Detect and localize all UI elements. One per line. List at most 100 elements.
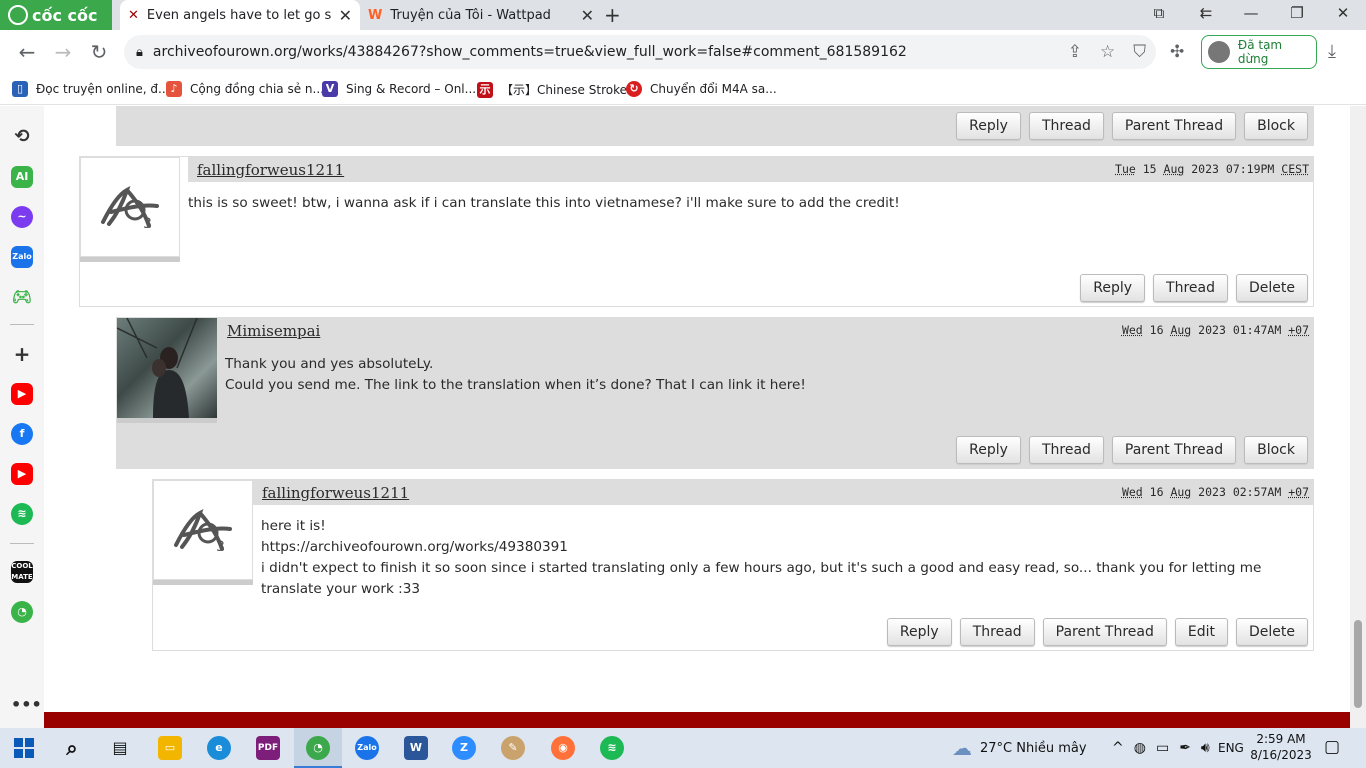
close-tab-icon[interactable]: ✕ xyxy=(339,6,352,25)
parent-thread-button[interactable]: Parent Thread xyxy=(1111,112,1237,140)
more-icon[interactable]: ••• xyxy=(11,694,42,716)
bookmark-item[interactable]: ♪ Cộng đồng chia sẻ n... xyxy=(166,81,324,97)
soundwave-icon: ♪ xyxy=(166,81,182,97)
ai-icon[interactable]: AI xyxy=(11,166,33,188)
thread-button[interactable]: Thread xyxy=(1028,436,1104,464)
reply-button[interactable]: Reply xyxy=(956,436,1021,464)
tab-wattpad[interactable]: W Truyện của Tôi - Wattpad ✕ xyxy=(360,0,602,30)
delete-button[interactable]: Delete xyxy=(1236,618,1308,646)
back-icon[interactable]: ← xyxy=(14,40,40,64)
volume-icon[interactable]: 🔊︎ xyxy=(1201,740,1210,756)
paint-icon[interactable]: ✎ xyxy=(501,736,525,760)
firefox-icon[interactable]: ◉ xyxy=(551,736,575,760)
ao3-default-avatar[interactable]: 3 xyxy=(80,157,180,257)
minimize-icon[interactable]: — xyxy=(1236,4,1266,22)
bookmark-item[interactable]: 示 【示】Chinese Stroke... xyxy=(477,81,638,98)
bookmark-item[interactable]: V Sing & Record – Onl... xyxy=(322,81,476,97)
network-icon[interactable]: ◍ xyxy=(1134,740,1146,756)
pdf-app-icon[interactable]: PDF xyxy=(256,736,280,760)
close-window-icon[interactable]: ✕ xyxy=(1328,4,1358,22)
reply-button[interactable]: Reply xyxy=(1080,274,1146,302)
youtube-icon[interactable]: ▶ xyxy=(11,463,33,485)
delete-button[interactable]: Delete xyxy=(1236,274,1308,302)
extensions-icon[interactable]: ✣ xyxy=(1170,42,1184,62)
weather-widget[interactable]: ☁ 27°C Nhiều mây xyxy=(952,728,1087,768)
pen-icon[interactable]: ✒ xyxy=(1179,740,1191,756)
scrollbar-thumb[interactable] xyxy=(1354,620,1362,708)
address-bar[interactable]: 🔒︎ archiveofourown.org/works/43884267?sh… xyxy=(124,35,1156,69)
gamepad-icon[interactable]: 🎮︎ xyxy=(11,286,33,308)
system-tray: ^ ◍ ▭ ✒ 🔊︎ xyxy=(1112,728,1210,768)
shield-icon[interactable]: ⛉ xyxy=(1133,42,1146,62)
thread-button[interactable]: Thread xyxy=(1028,112,1104,140)
clock[interactable]: 2:59 AM 8/16/2023 xyxy=(1250,731,1312,763)
reload-icon[interactable]: ↻ xyxy=(86,40,112,64)
zalo-taskbar-icon[interactable]: Zalo xyxy=(355,736,379,760)
url-text[interactable]: archiveofourown.org/works/43884267?show_… xyxy=(153,44,907,60)
zoom-icon[interactable]: Z xyxy=(452,736,476,760)
spotify-icon[interactable]: ≋ xyxy=(11,503,33,525)
user-icon-box xyxy=(117,318,217,423)
share-icon[interactable]: ⇪ xyxy=(1068,42,1082,62)
user-avatar-photo[interactable] xyxy=(117,318,217,418)
coccoc-logo[interactable]: cốc cốc xyxy=(0,0,112,30)
coolmate-icon[interactable]: COOL MATE xyxy=(11,561,33,583)
comment-username[interactable]: Mimisempai xyxy=(227,322,320,340)
new-tab-icon[interactable]: + xyxy=(604,3,621,27)
page-scrollbar[interactable] xyxy=(1350,106,1366,728)
comment-3: 3 fallingforweus1211 Wed 16 Aug 2023 02:… xyxy=(152,479,1314,651)
reply-button[interactable]: Reply xyxy=(956,112,1021,140)
windows-start-icon[interactable] xyxy=(14,738,34,758)
ao3-footer-band xyxy=(44,712,1350,728)
block-button[interactable]: Block xyxy=(1244,436,1308,464)
comment-datetime: Wed 16 Aug 2023 02:57AM +07 xyxy=(1121,485,1309,499)
ao3-default-avatar[interactable]: 3 xyxy=(153,480,253,580)
display-icon[interactable]: ▭ xyxy=(1156,740,1169,756)
profile-button[interactable]: Đã tạm dừng xyxy=(1201,35,1317,69)
comment-body: this is so sweet! btw, i wanna ask if i … xyxy=(188,195,900,211)
word-icon[interactable]: W xyxy=(404,736,428,760)
edit-button[interactable]: Edit xyxy=(1174,618,1228,646)
coccoc-extra-icon[interactable]: ◔ xyxy=(11,601,33,623)
task-view-icon[interactable]: ▤ xyxy=(108,736,132,760)
spotify-taskbar-icon[interactable]: ≋ xyxy=(600,736,624,760)
reply-button[interactable]: Reply xyxy=(886,618,952,646)
add-icon[interactable]: + xyxy=(11,343,33,365)
parent-thread-button[interactable]: Parent Thread xyxy=(1111,436,1237,464)
bookmark-star-icon[interactable]: ☆ xyxy=(1100,42,1115,62)
chevron-up-icon[interactable]: ^ xyxy=(1112,740,1124,756)
forward-icon[interactable]: → xyxy=(50,40,76,64)
thread-button[interactable]: Thread xyxy=(959,618,1035,646)
coccoc-icon xyxy=(8,5,28,25)
thread-button[interactable]: Thread xyxy=(1153,274,1228,302)
windows-taskbar: ⌕ ▤ ▭ e PDF ◔ Zalo W Z ✎ ◉ ≋ ☁ 27°C Nhiề… xyxy=(0,728,1366,768)
block-button[interactable]: Block xyxy=(1244,112,1308,140)
comment-username[interactable]: fallingforweus1211 xyxy=(262,484,409,502)
back-tab-icon[interactable]: ⇇ xyxy=(1191,4,1221,22)
bookmark-item[interactable]: ▯ Đọc truyện online, đ... xyxy=(12,81,170,97)
notification-icon[interactable]: ▢ xyxy=(1324,737,1340,757)
facebook-icon[interactable]: f xyxy=(11,423,33,445)
zalo-icon[interactable]: Zalo xyxy=(11,246,33,268)
edge-icon[interactable]: e xyxy=(207,736,231,760)
tab-search-icon[interactable]: ⧉ xyxy=(1144,4,1174,22)
comment-datetime: Wed 16 Aug 2023 01:47AM +07 xyxy=(1121,323,1309,337)
search-icon[interactable]: ⌕ xyxy=(60,736,84,760)
youtube-icon[interactable]: ▶ xyxy=(11,383,33,405)
download-icon[interactable]: ⤓ xyxy=(1328,41,1336,62)
messenger-icon[interactable]: ~ xyxy=(11,206,33,228)
close-tab-icon[interactable]: ✕ xyxy=(581,6,594,25)
language-indicator[interactable]: ENG xyxy=(1218,728,1244,768)
bookmarks-bar: ▯ Đọc truyện online, đ... ♪ Cộng đồng ch… xyxy=(0,75,1366,105)
coccoc-taskbar-icon[interactable]: ◔ xyxy=(306,736,330,760)
chinese-char-icon: 示 xyxy=(477,81,493,98)
parent-thread-button[interactable]: Parent Thread xyxy=(1042,618,1167,646)
bookmark-item[interactable]: ↻ Chuyển đổi M4A sa... xyxy=(626,81,777,97)
translation-link[interactable]: https://archiveofourown.org/works/493803… xyxy=(261,537,1306,558)
ao3-logo-icon: 3 xyxy=(174,509,232,553)
comment-username[interactable]: fallingforweus1211 xyxy=(197,161,344,179)
tab-ao3[interactable]: ✕ Even angels have to let go someti ✕ xyxy=(120,0,360,30)
file-explorer-icon[interactable]: ▭ xyxy=(158,736,182,760)
restore-icon[interactable]: ❐ xyxy=(1282,4,1312,22)
history-icon[interactable]: ⟲ xyxy=(11,126,33,148)
